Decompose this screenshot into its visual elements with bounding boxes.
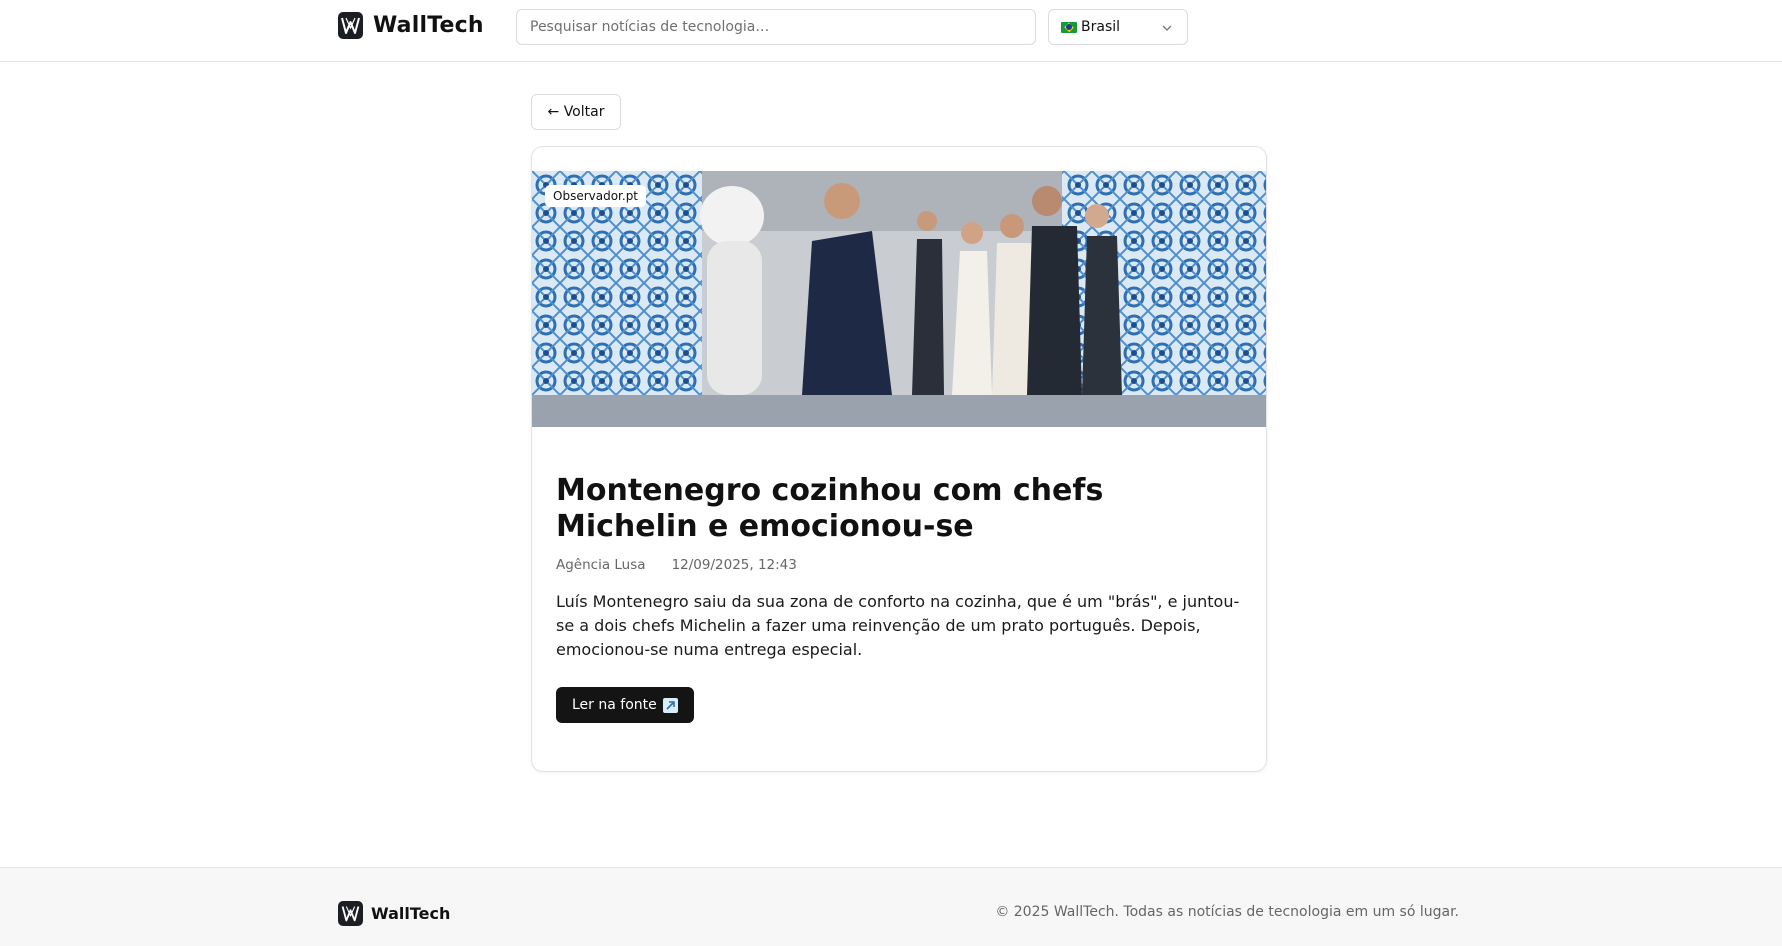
copyright-text: © 2025 WallTech. Todas as notícias de te…	[995, 904, 1459, 920]
article-summary: Luís Montenegro saiu da sua zona de conf…	[556, 592, 1240, 659]
article-author: Agência Lusa	[556, 557, 646, 573]
article-card: Observador.pt Montenegro cozinhou com ch…	[531, 146, 1267, 772]
page-footer: WallTech © 2025 WallTech. Todas as notíc…	[0, 867, 1782, 946]
article-meta: Agência Lusa 12/09/2025, 12:43	[556, 557, 797, 573]
country-select[interactable]: Brasil	[1048, 9, 1188, 45]
article-image	[532, 171, 1266, 427]
footer-brand[interactable]: WallTech	[338, 901, 450, 926]
brand-logo[interactable]: WallTech	[338, 12, 484, 39]
back-button[interactable]: ← Voltar	[531, 94, 621, 130]
footer-brand-name: WallTech	[371, 904, 451, 923]
external-link-icon	[662, 697, 678, 713]
walltech-logo-icon	[338, 12, 363, 39]
chevron-down-icon	[1162, 25, 1172, 31]
read-source-label: Ler na fonte	[572, 697, 657, 713]
brand-name: WallTech	[373, 13, 484, 38]
article-date: 12/09/2025, 12:43	[671, 557, 797, 573]
source-badge: Observador.pt	[545, 185, 647, 207]
search-input[interactable]	[516, 9, 1036, 45]
brazil-flag-icon	[1061, 21, 1077, 33]
read-source-button[interactable]: Ler na fonte	[556, 687, 694, 723]
walltech-logo-icon	[338, 901, 363, 926]
article-title: Montenegro cozinhou com chefs Michelin e…	[556, 473, 1104, 544]
country-label: Brasil	[1081, 19, 1121, 35]
top-header: WallTech Brasil	[0, 0, 1782, 62]
